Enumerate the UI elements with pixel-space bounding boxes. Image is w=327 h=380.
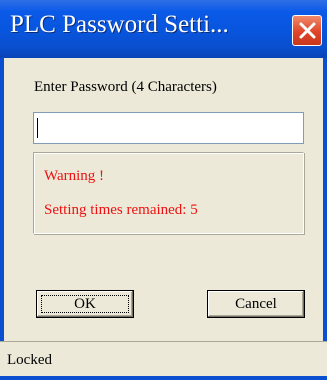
password-input[interactable] xyxy=(33,112,304,144)
text-caret xyxy=(37,118,38,138)
window-title: PLC Password Setti... xyxy=(10,11,229,38)
warning-message: Setting times remained: 5 xyxy=(44,202,198,218)
cancel-button-label: Cancel xyxy=(235,296,277,312)
focus-rectangle xyxy=(41,295,129,313)
close-button[interactable] xyxy=(292,15,322,46)
password-prompt-label: Enter Password (4 Characters) xyxy=(34,79,217,95)
close-x-icon xyxy=(299,22,316,39)
ok-button[interactable]: OK xyxy=(36,290,134,318)
window-border-bottom xyxy=(0,376,327,380)
warning-heading: Warning ! xyxy=(44,168,105,184)
title-bar[interactable]: PLC Password Setti... xyxy=(0,0,327,58)
window-border-right xyxy=(323,58,327,380)
warning-group-box: Warning ! Setting times remained: 5 xyxy=(33,152,304,234)
status-text: Locked xyxy=(7,352,52,368)
cancel-button[interactable]: Cancel xyxy=(207,290,305,318)
window-border-left xyxy=(0,58,4,380)
status-bar: Locked xyxy=(0,341,327,380)
